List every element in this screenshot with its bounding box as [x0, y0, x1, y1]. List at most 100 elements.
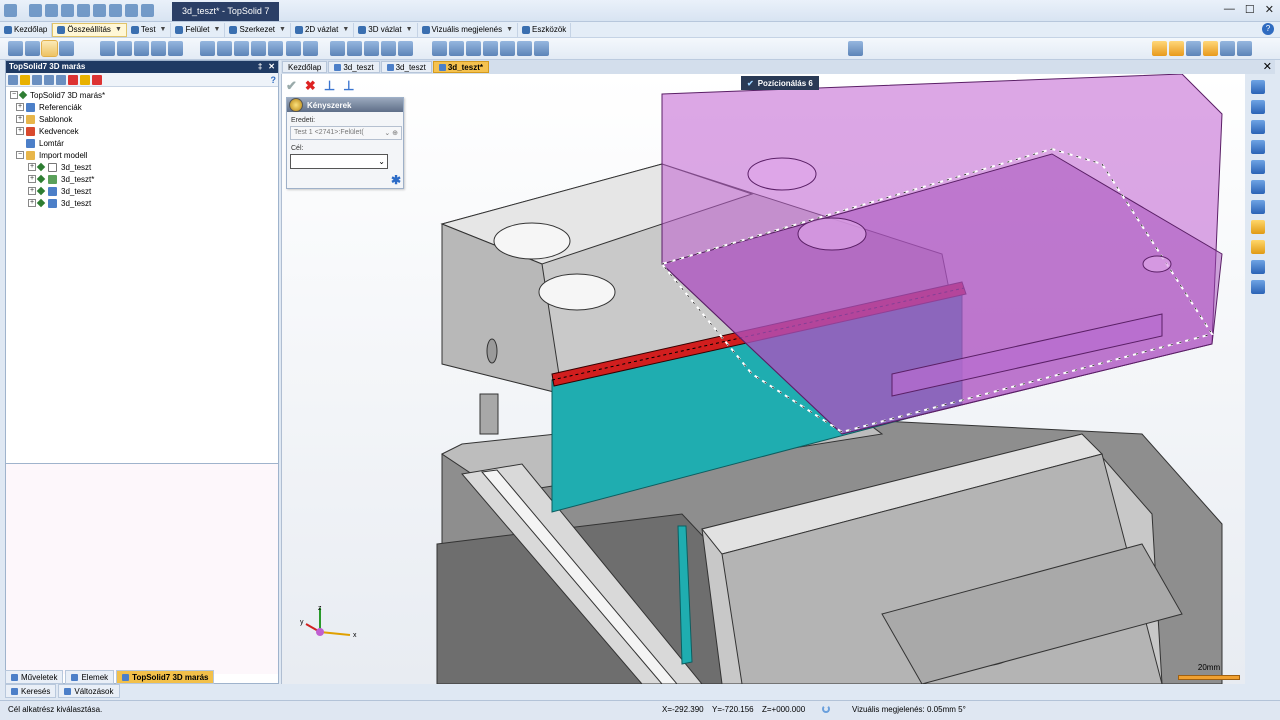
pin-icon[interactable]: ‡: [258, 62, 262, 72]
render-mode-icon[interactable]: [1251, 220, 1265, 234]
expand-icon[interactable]: +: [16, 103, 24, 111]
position-icon[interactable]: [59, 41, 74, 56]
wireframe-icon[interactable]: [449, 41, 464, 56]
expand-icon[interactable]: +: [16, 115, 24, 123]
view-side-icon[interactable]: [364, 41, 379, 56]
origin-field[interactable]: Test 1 <2741>:Felület( ⌄ ⊕: [290, 126, 402, 140]
view-back-icon[interactable]: [398, 41, 413, 56]
arc-icon[interactable]: [234, 41, 249, 56]
target-field[interactable]: ⌄: [290, 154, 388, 169]
snap-icon[interactable]: [1186, 41, 1201, 56]
exit-icon[interactable]: [92, 74, 102, 85]
expand-icon[interactable]: +: [28, 175, 36, 183]
select-icon[interactable]: [1152, 41, 1167, 56]
filter-icon[interactable]: [56, 74, 66, 85]
tab-muveletek[interactable]: Műveletek: [5, 670, 64, 684]
insert-part-icon[interactable]: [41, 40, 58, 57]
asterisk-icon[interactable]: ✱: [391, 173, 401, 187]
menu-test[interactable]: Test ▼: [127, 22, 172, 37]
close-button[interactable]: ✕: [1265, 3, 1274, 16]
tab-kereses[interactable]: Keresés: [5, 684, 57, 698]
paste-icon[interactable]: [44, 74, 54, 85]
spline-icon[interactable]: [268, 41, 283, 56]
expand-icon[interactable]: +: [28, 199, 36, 207]
zoom-fit-icon[interactable]: [1251, 180, 1265, 194]
filter-icon[interactable]: [1169, 41, 1184, 56]
axis-icon[interactable]: [134, 41, 149, 56]
align-icon[interactable]: [1251, 260, 1265, 274]
hand-icon[interactable]: [1251, 280, 1265, 294]
view-layout-icon[interactable]: [1251, 140, 1265, 154]
flag-icon[interactable]: [68, 74, 78, 85]
folder-icon[interactable]: [20, 74, 30, 85]
tree-item-3d-teszt-3[interactable]: + 3d_teszt: [10, 185, 274, 197]
refresh-icon[interactable]: [125, 4, 138, 17]
maximize-button[interactable]: ☐: [1245, 3, 1255, 16]
hidden-line-icon[interactable]: [466, 41, 481, 56]
pin-outline-icon[interactable]: ⊥: [343, 78, 354, 94]
expand-icon[interactable]: +: [28, 187, 36, 195]
link-icon[interactable]: [25, 41, 40, 56]
close-icon[interactable]: ✕: [268, 62, 275, 72]
doc-tab-kezdolap[interactable]: Kezdőlap: [282, 61, 328, 73]
edit-icon[interactable]: [109, 4, 122, 17]
minimize-button[interactable]: —: [1224, 3, 1235, 16]
app-menu-icon[interactable]: [4, 4, 17, 17]
print-icon[interactable]: [61, 4, 74, 17]
collapse-icon[interactable]: −: [10, 91, 18, 99]
cancel-icon[interactable]: ✖: [305, 78, 316, 94]
cube-view-icon[interactable]: [1251, 200, 1265, 214]
warning-icon[interactable]: [80, 74, 90, 85]
view-front-icon[interactable]: [330, 41, 345, 56]
menu-felulet[interactable]: Felület ▼: [171, 22, 226, 37]
help-icon[interactable]: ?: [1262, 23, 1274, 35]
coincide-icon[interactable]: [117, 41, 132, 56]
menu-3d-vazlat[interactable]: 3D vázlat ▼: [354, 22, 418, 37]
help-query-icon[interactable]: [1251, 240, 1265, 254]
zoom-in-icon[interactable]: [1251, 80, 1265, 94]
constraint-icon[interactable]: [100, 41, 115, 56]
tree-item-3d-teszt-1[interactable]: + 3d_teszt: [10, 161, 274, 173]
menu-kezdolap[interactable]: Kezdőlap: [0, 22, 53, 37]
tree-item-lomtar[interactable]: Lomtár: [10, 137, 274, 149]
shade-icon[interactable]: [432, 41, 447, 56]
pin-icon[interactable]: ⊥: [324, 78, 335, 94]
positioning-label[interactable]: ✔ Pozícionálás 6: [741, 76, 819, 90]
transparency-icon[interactable]: [483, 41, 498, 56]
rotate-view-icon[interactable]: [1251, 120, 1265, 134]
tree-item-import-modell[interactable]: − Import modell: [10, 149, 274, 161]
pattern-icon[interactable]: [303, 41, 318, 56]
redo-icon[interactable]: [93, 4, 106, 17]
wrench-icon[interactable]: [8, 41, 23, 56]
expand-icon[interactable]: +: [16, 127, 24, 135]
rotate-icon[interactable]: [168, 41, 183, 56]
user-icon[interactable]: [141, 4, 154, 17]
mirror-icon[interactable]: [286, 41, 301, 56]
tree-item-sablonok[interactable]: + Sablonok: [10, 113, 274, 125]
menu-osszeallitas[interactable]: Összeállítás ▼: [52, 22, 127, 37]
tree-item-3d-teszt-2[interactable]: + 3d_teszt*: [10, 173, 274, 185]
line-icon[interactable]: [217, 41, 232, 56]
highlight-icon[interactable]: [1203, 41, 1218, 56]
doc-tab-3d-teszt-active[interactable]: 3d_teszt*: [432, 61, 489, 73]
tree-item-kedvencek[interactable]: + Kedvencek: [10, 125, 274, 137]
tab-elemek[interactable]: Elemek: [65, 670, 115, 684]
tab-project[interactable]: TopSolid7 3D marás: [116, 670, 215, 684]
close-document-icon[interactable]: ✕: [1263, 60, 1272, 73]
view-top-icon[interactable]: [347, 41, 362, 56]
plane-icon[interactable]: [151, 41, 166, 56]
analysis-icon[interactable]: [534, 41, 549, 56]
save-all-icon[interactable]: [45, 4, 58, 17]
menu-szerkezet[interactable]: Szerkezet ▼: [225, 22, 291, 37]
layers-icon[interactable]: [1220, 41, 1235, 56]
zoom-window-icon[interactable]: [1251, 160, 1265, 174]
tree-item-referenciak[interactable]: + Referenciák: [10, 101, 274, 113]
doc-tab-3d-teszt-2[interactable]: 3d_teszt: [380, 61, 432, 73]
sketch-icon[interactable]: [200, 41, 215, 56]
menu-2d-vazlat[interactable]: 2D vázlat ▼: [291, 22, 355, 37]
copy-icon[interactable]: [32, 74, 42, 85]
view-iso-icon[interactable]: [381, 41, 396, 56]
pan-icon[interactable]: [1251, 100, 1265, 114]
tab-valtozasok[interactable]: Változások: [58, 684, 120, 698]
section-icon[interactable]: [500, 41, 515, 56]
